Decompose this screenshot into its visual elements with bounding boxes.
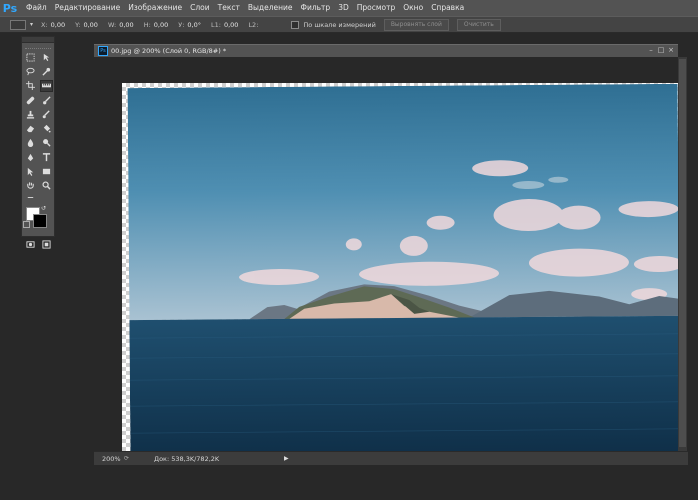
ruler-icon[interactable] <box>39 79 53 92</box>
menu-window[interactable]: Окно <box>399 0 427 16</box>
document-canvas[interactable] <box>94 57 678 451</box>
menu-filter[interactable]: Фильтр <box>297 0 335 16</box>
y-label: Y: <box>75 20 81 29</box>
tools-panel: ↺ <box>21 36 55 249</box>
background-color-swatch[interactable] <box>33 213 47 228</box>
minimize-icon[interactable]: – <box>646 45 656 54</box>
screen-mode-icon[interactable] <box>40 238 53 250</box>
default-colors-icon[interactable] <box>23 220 30 228</box>
blur-icon[interactable] <box>24 137 37 149</box>
zoom-icon[interactable] <box>40 180 53 192</box>
type-icon[interactable] <box>40 151 53 163</box>
angle-label: У: <box>178 20 185 29</box>
options-bar: ▾ X: 0,00 Y: 0,00 W: 0,00 H: 0,00 У: 0,0° L1:… <box>0 16 698 33</box>
history-brush-icon[interactable] <box>40 108 53 120</box>
quick-selection-icon[interactable] <box>40 65 53 77</box>
w-field: W: 0,00 <box>108 21 134 29</box>
w-label: W: <box>107 20 117 29</box>
pen-icon[interactable] <box>24 151 37 163</box>
swap-colors-icon[interactable]: ↺ <box>41 205 46 212</box>
status-icon[interactable]: ⟳ <box>124 455 134 462</box>
landscape-photo <box>127 83 678 451</box>
photoshop-logo[interactable]: Ps <box>0 0 20 16</box>
document-title: 00.jpg @ 200% (Слой 0, RGB/8#) * <box>111 47 227 55</box>
menu-file[interactable]: Файл <box>22 0 51 16</box>
checkbox-box[interactable] <box>291 20 300 29</box>
h-value: 0,00 <box>153 20 169 29</box>
menu-help[interactable]: Справка <box>427 0 468 16</box>
checkbox-label: По шкале измерений <box>303 20 376 29</box>
l2-field: L2: <box>248 21 261 29</box>
tools-panel-header[interactable] <box>22 37 54 43</box>
menu-view[interactable]: Просмотр <box>353 0 400 16</box>
zoom-level[interactable]: 200% <box>94 455 124 463</box>
photo-layer[interactable] <box>127 83 678 451</box>
x-label: X: <box>41 20 48 29</box>
y-field: Y: 0,00 <box>75 21 98 29</box>
close-icon[interactable]: × <box>666 45 676 54</box>
status-bar-fill <box>288 452 688 465</box>
move-icon[interactable] <box>40 51 53 63</box>
l1-value: 0,00 <box>223 20 239 29</box>
rectangular-marquee-icon[interactable] <box>24 51 37 63</box>
chevron-down-icon[interactable]: ▾ <box>30 21 33 28</box>
quick-mask-icon[interactable] <box>24 238 37 250</box>
hand-icon[interactable] <box>24 180 37 192</box>
y-value: 0,00 <box>83 20 98 29</box>
x-value: 0,00 <box>50 20 66 29</box>
l2-label: L2: <box>248 20 259 29</box>
angle-field: У: 0,0° <box>178 21 201 29</box>
menu-edit[interactable]: Редактирование <box>51 0 124 16</box>
w-value: 0,00 <box>119 20 134 29</box>
eraser-icon[interactable] <box>24 123 37 135</box>
document-info: Док: 538,3K/782,2K <box>154 454 220 463</box>
document-icon: Ps <box>98 46 108 56</box>
status-bar: 200% ⟳ Док: 538,3K/782,2K ▶ <box>94 451 688 465</box>
brush-icon[interactable] <box>40 94 53 106</box>
menu-type[interactable]: Текст <box>214 0 244 16</box>
x-field: X: 0,00 <box>41 21 65 29</box>
clone-stamp-icon[interactable] <box>24 108 37 120</box>
menu-layers[interactable]: Слои <box>186 0 214 16</box>
rectangle-shape-icon[interactable] <box>40 166 53 178</box>
window-controls: – □ × <box>646 45 676 54</box>
tools-panel-grip[interactable] <box>25 44 51 49</box>
menu-3d[interactable]: 3D <box>334 0 353 16</box>
menu-bar: Ps Файл Редактирование Изображение Слои … <box>0 0 698 16</box>
document-tab[interactable]: Ps 00.jpg @ 200% (Слой 0, RGB/8#) * <box>94 44 678 58</box>
ruler-tool-preset-icon[interactable] <box>10 19 26 30</box>
vertical-scrollbar[interactable] <box>678 57 687 451</box>
l1-field: L1: 0,00 <box>211 21 238 29</box>
dodge-icon[interactable] <box>40 137 53 149</box>
scrollbar-thumb[interactable] <box>679 59 686 447</box>
l1-label: L1: <box>211 20 221 29</box>
straighten-layer-button[interactable]: Выровнять слой <box>383 18 449 31</box>
more-tools-icon[interactable] <box>24 192 37 204</box>
paint-bucket-icon[interactable] <box>40 123 53 135</box>
use-measurement-scale-checkbox[interactable]: По шкале измерений <box>291 20 376 29</box>
lasso-icon[interactable] <box>24 65 37 77</box>
h-field: H: 0,00 <box>144 21 169 29</box>
h-label: H: <box>143 20 151 29</box>
path-selection-icon[interactable] <box>24 166 37 178</box>
menu-image[interactable]: Изображение <box>124 0 186 16</box>
angle-value: 0,0° <box>187 20 201 29</box>
color-swatches: ↺ <box>22 205 54 231</box>
menu-select[interactable]: Выделение <box>244 0 297 16</box>
maximize-icon[interactable]: □ <box>656 45 666 54</box>
clear-button[interactable]: Очистить <box>456 18 501 31</box>
spot-healing-brush-icon[interactable] <box>24 94 37 106</box>
crop-icon[interactable] <box>24 80 37 92</box>
